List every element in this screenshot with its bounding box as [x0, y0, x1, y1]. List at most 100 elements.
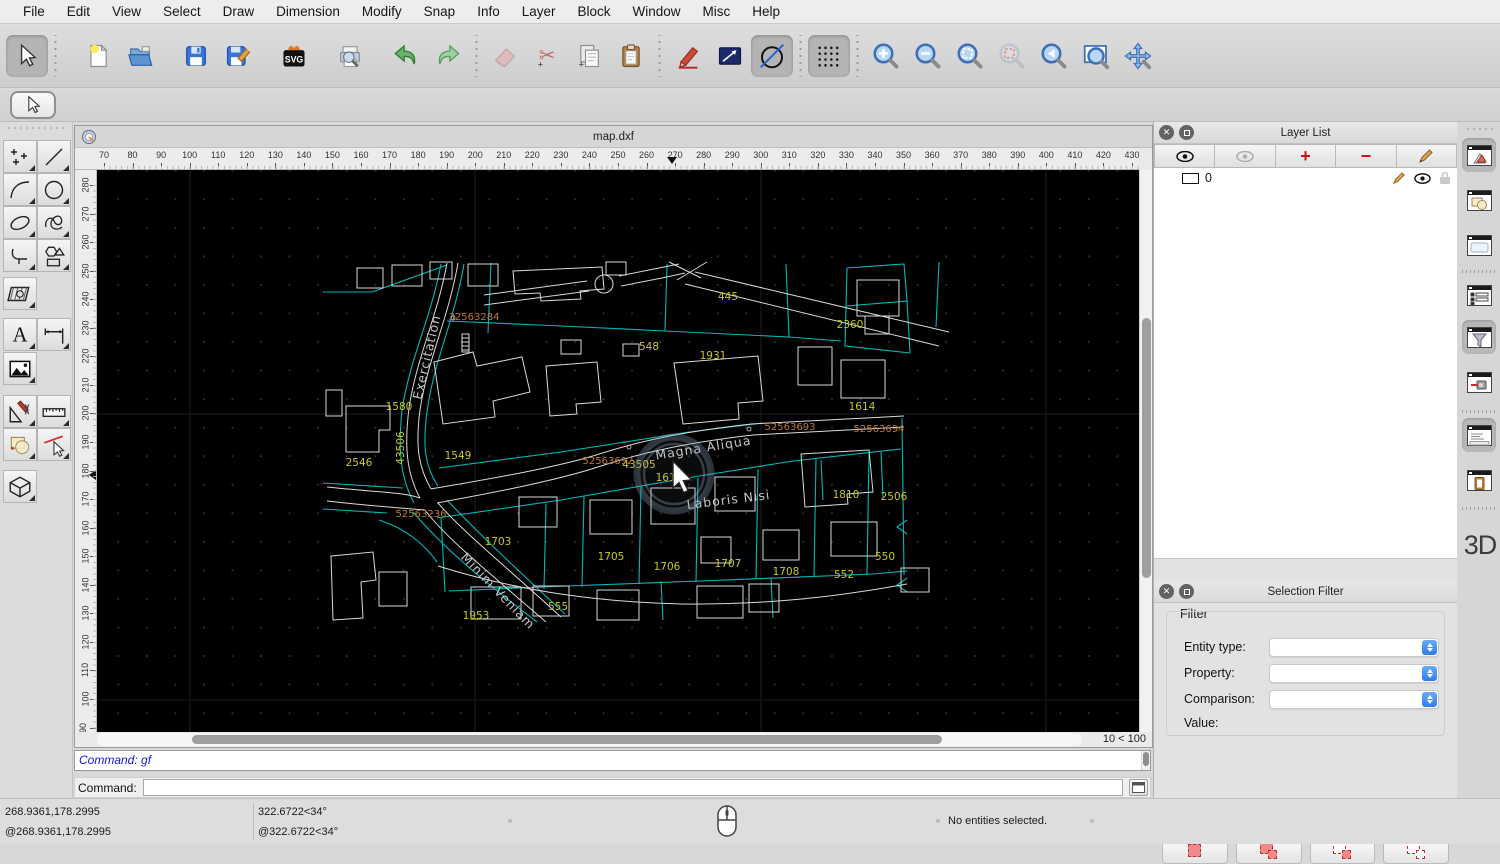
draw-order-button[interactable]	[709, 35, 751, 77]
zoom-in-button[interactable]	[865, 35, 907, 77]
solid-3d-tool-button[interactable]	[3, 470, 37, 503]
horizontal-scrollbar-thumb[interactable]	[192, 735, 942, 744]
select-entity-tool-button[interactable]	[37, 428, 71, 461]
zoom-out-button[interactable]	[907, 35, 949, 77]
dock-library-browser-button[interactable]	[1462, 228, 1496, 262]
add-layer-button[interactable]: +	[1276, 144, 1336, 168]
save-as-button[interactable]	[217, 35, 259, 77]
menu-item-draw[interactable]: Draw	[212, 4, 266, 19]
polyline-tool-button[interactable]	[3, 239, 37, 272]
property-combo[interactable]	[1269, 664, 1439, 683]
copy-button[interactable]: +	[568, 35, 610, 77]
svg-export-button[interactable]: SVG	[273, 35, 315, 77]
eraser-button[interactable]	[484, 35, 526, 77]
dock-clipboard-button[interactable]	[1462, 463, 1496, 497]
palette-drag-handle[interactable]	[6, 126, 64, 130]
hatch-tool-button[interactable]	[3, 277, 37, 310]
ellipse-tool-button[interactable]	[3, 206, 37, 239]
selection-pointer-button[interactable]	[10, 91, 56, 119]
measure-tool-button[interactable]	[37, 395, 71, 428]
eye-icon	[1176, 151, 1194, 162]
command-options-button[interactable]	[1129, 779, 1148, 796]
zoom-auto-button[interactable]	[949, 35, 991, 77]
line-tool-button[interactable]	[37, 140, 71, 173]
menu-item-info[interactable]: Info	[466, 4, 511, 19]
open-file-button[interactable]	[119, 35, 161, 77]
menu-item-misc[interactable]: Misc	[692, 4, 742, 19]
block-tool-button[interactable]	[3, 428, 37, 461]
redo-button[interactable]	[427, 35, 469, 77]
command-history-scrollbar[interactable]	[1141, 751, 1150, 770]
remove-layer-button[interactable]: −	[1336, 144, 1396, 168]
hide-all-layers-button[interactable]	[1215, 144, 1275, 168]
menu-item-snap[interactable]: Snap	[413, 4, 467, 19]
vertical-scrollbar[interactable]	[1139, 170, 1152, 733]
drawing-canvas[interactable]: 4452360548193116141580254615494350643505…	[97, 170, 1140, 733]
text-tool-button[interactable]: A	[3, 318, 37, 351]
ruler-label: 230	[553, 150, 568, 160]
menu-item-layer[interactable]: Layer	[511, 4, 567, 19]
zoom-window-button[interactable]	[1075, 35, 1117, 77]
layer-list-header[interactable]: ✕ Layer List	[1154, 122, 1457, 144]
command-history[interactable]: Command: gf	[74, 750, 1151, 771]
layer-lock-icon[interactable]	[1439, 171, 1451, 185]
menu-item-modify[interactable]: Modify	[351, 4, 413, 19]
cut-button[interactable]: ✂+	[526, 35, 568, 77]
menu-item-edit[interactable]: Edit	[56, 4, 101, 19]
menu-item-dimension[interactable]: Dimension	[265, 4, 351, 19]
dock-3d-label[interactable]: 3D	[1461, 530, 1499, 561]
paste-icon	[617, 42, 645, 70]
dock-command-line-button[interactable]	[1462, 418, 1496, 452]
print-preview-button[interactable]	[329, 35, 371, 77]
image-tool-button[interactable]	[3, 352, 37, 385]
menu-item-help[interactable]: Help	[741, 4, 791, 19]
menu-item-select[interactable]: Select	[152, 4, 212, 19]
zoom-previous-icon	[1039, 41, 1069, 71]
comparison-combo[interactable]	[1269, 690, 1439, 709]
undo-button[interactable]	[385, 35, 427, 77]
menu-item-window[interactable]: Window	[622, 4, 692, 19]
drawing-window-titlebar[interactable]: map.dxf	[75, 126, 1152, 148]
selection-filter-float-button[interactable]	[1179, 584, 1194, 599]
dock-layer-list-button[interactable]	[1462, 138, 1496, 172]
command-input[interactable]	[143, 779, 1123, 796]
dock-selection-filter-button[interactable]	[1462, 320, 1496, 354]
new-file-button[interactable]	[77, 35, 119, 77]
vertical-scrollbar-thumb[interactable]	[1142, 318, 1151, 578]
entity-type-combo[interactable]	[1269, 638, 1439, 657]
zoom-pan-button[interactable]	[1117, 35, 1159, 77]
selection-filter-close-button[interactable]: ✕	[1159, 584, 1174, 599]
dock-pen-palette-button[interactable]	[1462, 365, 1496, 399]
save-button[interactable]	[175, 35, 217, 77]
horizontal-scrollbar[interactable]	[97, 733, 1082, 746]
command-dock: Command: gf Command:	[72, 750, 1153, 798]
dock-command-options-button[interactable]	[1462, 278, 1496, 312]
layer-edit-pencil-icon[interactable]	[1392, 171, 1406, 185]
arc-tool-button[interactable]	[3, 173, 37, 206]
circle-tool-button[interactable]	[37, 173, 71, 206]
dimension-tool-button[interactable]	[37, 318, 71, 351]
edit-pencil-button[interactable]	[667, 35, 709, 77]
show-all-layers-button[interactable]	[1154, 144, 1215, 168]
dock-block-list-button[interactable]	[1462, 183, 1496, 217]
layer-visibility-eye-icon[interactable]	[1414, 173, 1431, 184]
layer-row[interactable]: 0	[1154, 168, 1457, 188]
pointer-tool-button[interactable]	[6, 35, 48, 77]
grid-toggle-button[interactable]	[808, 35, 850, 77]
edit-layer-button[interactable]	[1397, 144, 1457, 168]
menu-item-block[interactable]: Block	[567, 4, 622, 19]
zoom-redraw-button[interactable]	[991, 35, 1033, 77]
shape-tool-button[interactable]	[37, 239, 71, 272]
menu-item-file[interactable]: File	[12, 4, 56, 19]
spline-tool-button[interactable]	[37, 206, 71, 239]
paste-button[interactable]	[610, 35, 652, 77]
menu-item-view[interactable]: View	[101, 4, 152, 19]
point-tool-button[interactable]	[3, 140, 37, 173]
selection-filter-header[interactable]: ✕ Selection Filter	[1154, 581, 1457, 603]
layer-list-close-button[interactable]: ✕	[1159, 125, 1174, 140]
dock-drag-handle[interactable]	[1465, 127, 1493, 131]
modify-tool-button[interactable]	[3, 395, 37, 428]
zoom-previous-button[interactable]	[1033, 35, 1075, 77]
layer-list-float-button[interactable]	[1179, 125, 1194, 140]
draft-mode-button[interactable]	[751, 35, 793, 77]
